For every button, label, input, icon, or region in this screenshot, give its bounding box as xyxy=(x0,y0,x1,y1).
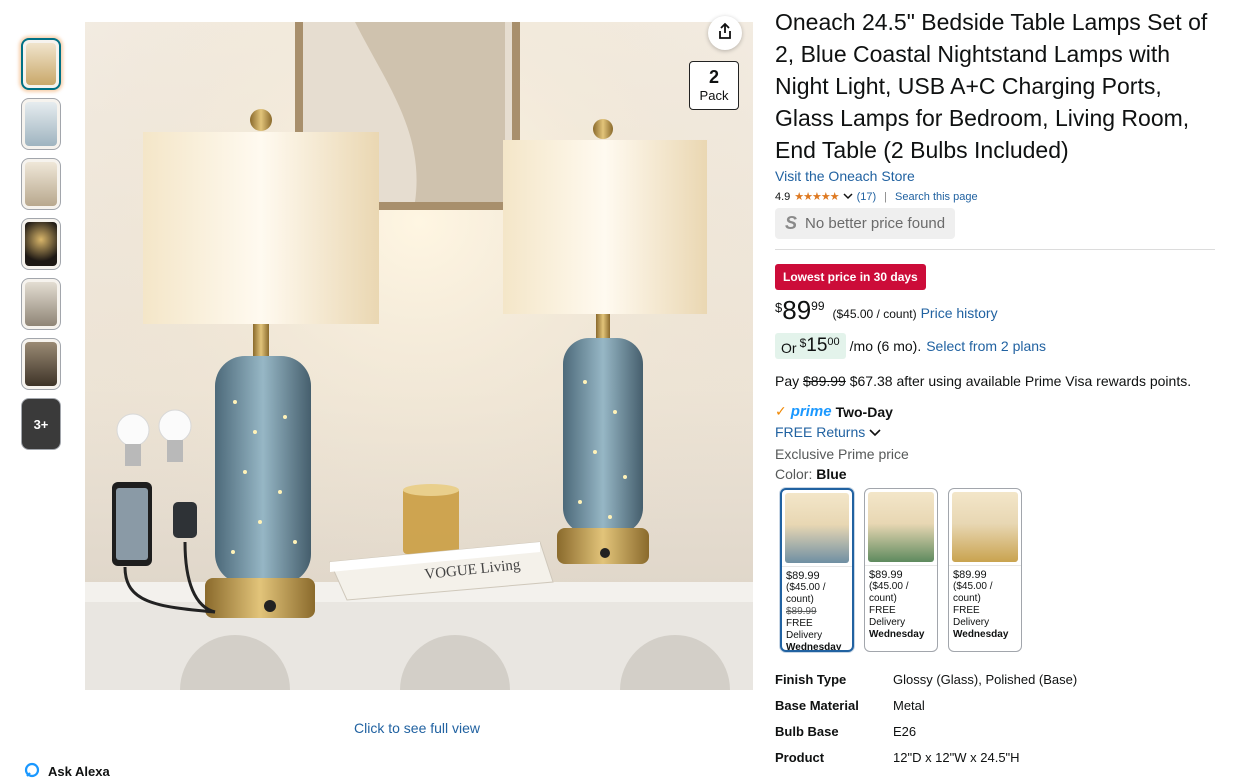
swatch-blue[interactable]: $89.99 ($45.00 / count) $89.99 FREE Deli… xyxy=(780,488,854,652)
installment-amount: Or $ 15 00 xyxy=(775,333,846,359)
swatch-delivery: FREE Delivery xyxy=(953,605,990,628)
spec-value: Glossy (Glass), Polished (Base) xyxy=(893,671,1078,687)
s-logo-icon: S xyxy=(785,213,798,233)
full-view-link[interactable]: Click to see full view xyxy=(354,720,480,736)
swatch-per-count: ($45.00 / count) xyxy=(786,582,826,605)
swatch-price: $89.99 xyxy=(953,569,987,581)
swatch-image xyxy=(785,493,849,563)
spec-row: Finish Type Glossy (Glass), Polished (Ba… xyxy=(775,666,1215,692)
swatch-price: $89.99 xyxy=(869,569,903,581)
swatch-per-count: ($45.00 / count) xyxy=(953,581,993,604)
swatch-delivery: FREE Delivery xyxy=(869,605,906,628)
main-product-image[interactable]: VOGUE Living xyxy=(85,22,753,690)
swatch-delivery: FREE Delivery xyxy=(786,618,823,641)
search-page-link[interactable]: Search this page xyxy=(895,191,978,203)
spec-value: 12"D x 12"W x 24.5"H xyxy=(893,749,1020,765)
rating-value: 4.9 xyxy=(775,190,791,203)
star-rating-icon[interactable]: ★★★★★ xyxy=(794,190,839,203)
pack-badge: 2 Pack xyxy=(689,61,739,110)
pay-prefix: Pay xyxy=(775,373,800,389)
product-specs-table: Finish Type Glossy (Glass), Polished (Ba… xyxy=(775,666,1215,770)
chevron-down-icon[interactable] xyxy=(843,191,853,203)
thumbnail-more-button[interactable]: 3+ xyxy=(21,398,61,450)
spec-value: Metal xyxy=(893,697,925,713)
no-better-price-text: No better price found xyxy=(805,215,946,232)
spec-value: E26 xyxy=(893,723,917,739)
product-title: Oneach 24.5" Bedside Table Lamps Set of … xyxy=(775,9,1208,163)
swatch-per-count: ($45.00 / count) xyxy=(869,581,909,604)
prime-delivery[interactable]: ✓ prime Two-Day xyxy=(775,403,1215,420)
color-label: Color: xyxy=(775,466,813,482)
color-swatches: $89.99 ($45.00 / count) $89.99 FREE Deli… xyxy=(780,488,1215,652)
rewards-pay-row: Pay $89.99 $67.38 after using available … xyxy=(775,373,1215,389)
swatch-image xyxy=(952,492,1018,562)
deal-badge: Lowest price in 30 days xyxy=(775,264,926,290)
pack-label: Pack xyxy=(699,88,729,103)
separator: | xyxy=(884,190,888,203)
swatch-green[interactable]: $89.99 ($45.00 / count) FREE Delivery We… xyxy=(864,488,938,652)
chevron-down-icon xyxy=(869,424,881,440)
price-fraction: 99 xyxy=(811,299,825,313)
installment-term: /mo (6 mo). xyxy=(849,338,922,354)
thumbnail-1[interactable] xyxy=(21,38,61,90)
price-block: $ 89 99 ($45.00 / count) Price history xyxy=(775,296,1215,324)
price-symbol: $ xyxy=(775,300,783,315)
thumbnail-list: 3+ xyxy=(21,38,61,458)
color-value: Blue xyxy=(816,466,847,482)
pay-rewards-text: $67.38 after using available Prime Visa … xyxy=(849,373,1192,389)
share-button[interactable] xyxy=(708,16,742,50)
thumbnail-5[interactable] xyxy=(21,278,61,330)
swatch-amber[interactable]: $89.99 ($45.00 / count) FREE Delivery We… xyxy=(948,488,1022,652)
installment-symbol: $ xyxy=(799,336,807,350)
alexa-label: Ask Alexa xyxy=(48,764,110,779)
pack-number: 2 xyxy=(708,67,719,87)
swatch-price: $89.99 xyxy=(786,570,820,582)
divider xyxy=(775,249,1215,250)
share-icon xyxy=(716,22,734,45)
spec-row: Bulb Base E26 xyxy=(775,718,1215,744)
thumbnail-3[interactable] xyxy=(21,158,61,210)
lamp-illustration: VOGUE Living xyxy=(85,22,753,690)
spec-key: Product xyxy=(775,749,825,765)
thumbnail-4[interactable] xyxy=(21,218,61,270)
color-label-row: Color: Blue xyxy=(775,466,1215,482)
ask-alexa[interactable]: Ask Alexa xyxy=(24,762,110,780)
prime-speed: Two-Day xyxy=(835,403,893,420)
spec-key: Finish Type xyxy=(775,671,847,687)
prime-logo: prime xyxy=(790,403,832,420)
select-plans-link[interactable]: Select from 2 plans xyxy=(926,338,1046,354)
installment-or: Or xyxy=(781,340,797,356)
swatch-image xyxy=(868,492,934,562)
price-whole: 89 xyxy=(782,295,812,325)
installment-whole: 15 xyxy=(806,335,828,356)
swatch-strike-price: $89.99 xyxy=(786,606,817,617)
spec-row: Product 12"D x 12"W x 24.5"H xyxy=(775,744,1215,770)
store-link[interactable]: Visit the Oneach Store xyxy=(775,168,1215,184)
swatch-delivery-day: Wednesday xyxy=(953,629,1009,640)
free-returns-link[interactable]: FREE Returns xyxy=(775,424,1215,440)
pay-strike-price: $89.99 xyxy=(803,373,846,389)
thumbnail-2[interactable] xyxy=(21,98,61,150)
price-comparison-badge[interactable]: S No better price found xyxy=(775,208,956,239)
review-count-link[interactable]: (17) xyxy=(857,191,877,203)
exclusive-prime-price: Exclusive Prime price xyxy=(775,446,909,462)
prime-check-icon: ✓ xyxy=(775,403,787,419)
product-details: Oneach 24.5" Bedside Table Lamps Set of … xyxy=(775,6,1215,770)
price-history-link[interactable]: Price history xyxy=(921,305,998,321)
swatch-delivery-day: Wednesday xyxy=(786,642,842,652)
thumbnail-6[interactable] xyxy=(21,338,61,390)
spec-row: Base Material Metal xyxy=(775,692,1215,718)
rating-row: 4.9 ★★★★★ (17) | Search this page xyxy=(775,190,1215,204)
installment-row: Or $ 15 00 /mo (6 mo). Select from 2 pla… xyxy=(775,333,1215,359)
installment-fraction: 00 xyxy=(827,336,840,348)
swatch-delivery-day: Wednesday xyxy=(869,629,925,640)
alexa-icon xyxy=(24,762,40,780)
spec-key: Base Material xyxy=(775,697,859,713)
spec-key: Bulb Base xyxy=(775,723,839,739)
free-returns-label: FREE Returns xyxy=(775,424,866,440)
price-per-count: ($45.00 / count) xyxy=(832,307,917,321)
